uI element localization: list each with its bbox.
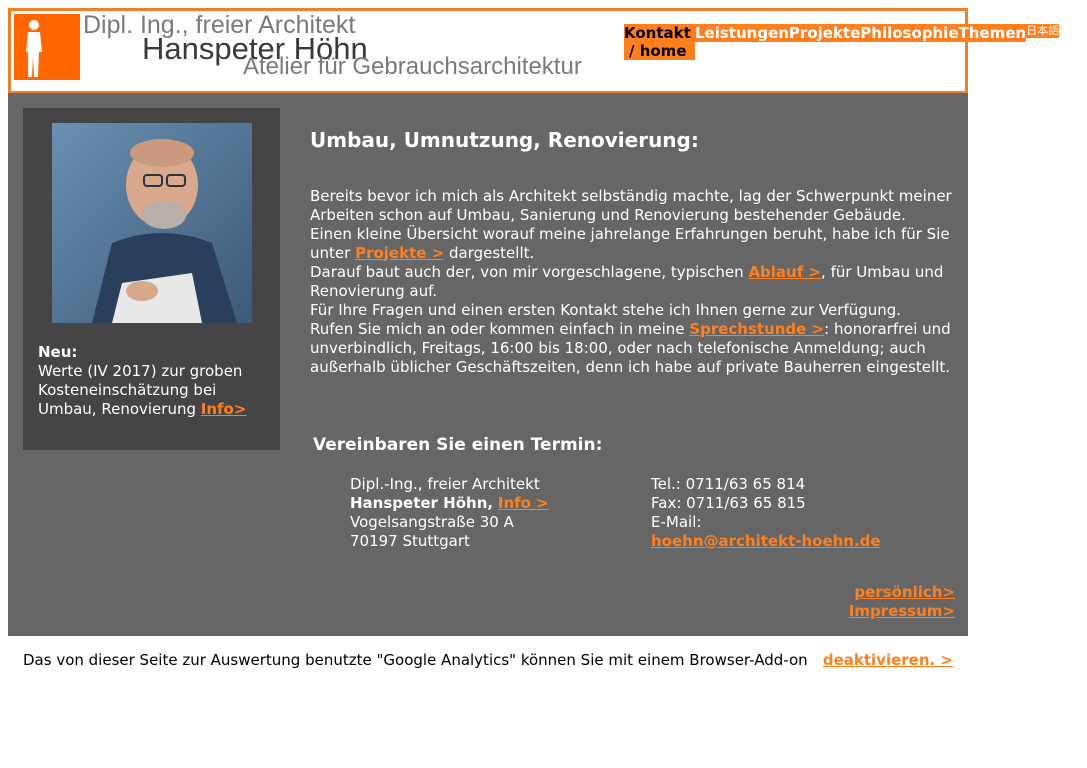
architect-photo xyxy=(52,123,252,323)
ablauf-link[interactable]: Ablauf > xyxy=(748,263,821,281)
address-city: 70197 Stuttgart xyxy=(350,532,470,550)
address-info-link[interactable]: Info > xyxy=(498,494,549,512)
address-block: Dipl.-Ing., freier Architekt Hanspeter H… xyxy=(350,475,549,551)
paragraph-5: Rufen Sie mich an oder kommen einfach in… xyxy=(310,320,955,377)
contact-block: Tel.: 0711/63 65 814 Fax: 0711/63 65 815… xyxy=(651,475,881,551)
impressum-link[interactable]: Impressum> xyxy=(849,602,955,621)
paragraph-4: Für Ihre Fragen und einen ersten Kontakt… xyxy=(310,301,902,319)
address-name: Hanspeter Höhn, xyxy=(350,494,494,512)
paragraph-1: Bereits bevor ich mich als Architekt sel… xyxy=(310,187,952,224)
footer: Das von dieser Seite zur Auswertung benu… xyxy=(23,651,953,670)
projekte-link[interactable]: Projekte > xyxy=(355,244,444,262)
main-nav: Kontakt / home Leistungen Projekte Philo… xyxy=(624,24,1060,60)
address-name-row: Hanspeter Höhn, Info > xyxy=(350,494,549,513)
nav-item-home-label: / home xyxy=(629,42,687,60)
footer-analytics-text: Das von dieser Seite zur Auswertung benu… xyxy=(23,651,808,669)
appointment-heading: Vereinbaren Sie einen Termin: xyxy=(313,435,603,455)
paragraph-3: Darauf baut auch der, von mir vorgeschla… xyxy=(310,263,955,301)
address-title: Dipl.-Ing., freier Architekt xyxy=(350,475,540,493)
analytics-optout-link[interactable]: deaktivieren. > xyxy=(823,651,953,670)
paragraph-5-text: Rufen Sie mich an oder kommen einfach in… xyxy=(310,320,685,338)
nav-item-japanese[interactable]: 日本語 xyxy=(1026,24,1060,38)
secondary-links: persönlich> Impressum> xyxy=(849,583,955,621)
paragraph-2: Einen kleine Übersicht worauf meine jahr… xyxy=(310,225,955,263)
nav-item-kontakt[interactable]: Kontakt / home xyxy=(624,24,695,60)
sidebar-heading: Neu: xyxy=(38,343,78,361)
intro-text: Bereits bevor ich mich als Architekt sel… xyxy=(310,187,955,377)
architect-silhouette-icon xyxy=(26,20,42,77)
nav-item-kontakt-label: Kontakt xyxy=(624,24,691,42)
sidebar-news: Neu: Werte (IV 2017) zur groben Kostenei… xyxy=(38,343,270,419)
header-tagline: Atelier für Gebrauchsarchitektur xyxy=(243,53,582,80)
fax-number: Fax: 0711/63 65 815 xyxy=(651,494,806,512)
nav-item-leistungen[interactable]: Leistungen xyxy=(695,24,789,42)
nav-item-themen[interactable]: Themen xyxy=(958,24,1027,42)
sprechstunde-link[interactable]: Sprechstunde > xyxy=(689,320,824,338)
paragraph-3-text: Darauf baut auch der, von mir vorgeschla… xyxy=(310,263,744,281)
email-link[interactable]: hoehn@architekt-hoehn.de xyxy=(651,532,881,550)
logo[interactable] xyxy=(14,14,80,80)
phone-number: Tel.: 0711/63 65 814 xyxy=(651,475,806,493)
portrait-image xyxy=(52,123,252,323)
personal-link[interactable]: persönlich> xyxy=(849,583,955,602)
paragraph-2-end: dargestellt. xyxy=(448,244,535,262)
page-title: Umbau, Umnutzung, Renovierung: xyxy=(310,128,699,152)
email-label: E-Mail: xyxy=(651,513,702,531)
nav-item-philosophie[interactable]: Philosophie xyxy=(860,24,959,42)
sidebar: Neu: Werte (IV 2017) zur groben Kostenei… xyxy=(23,108,280,450)
nav-item-projekte[interactable]: Projekte xyxy=(788,24,861,42)
content-panel: Neu: Werte (IV 2017) zur groben Kostenei… xyxy=(8,93,968,636)
sidebar-info-link[interactable]: Info> xyxy=(201,400,247,418)
address-street: Vogelsangstraße 30 A xyxy=(350,513,514,531)
